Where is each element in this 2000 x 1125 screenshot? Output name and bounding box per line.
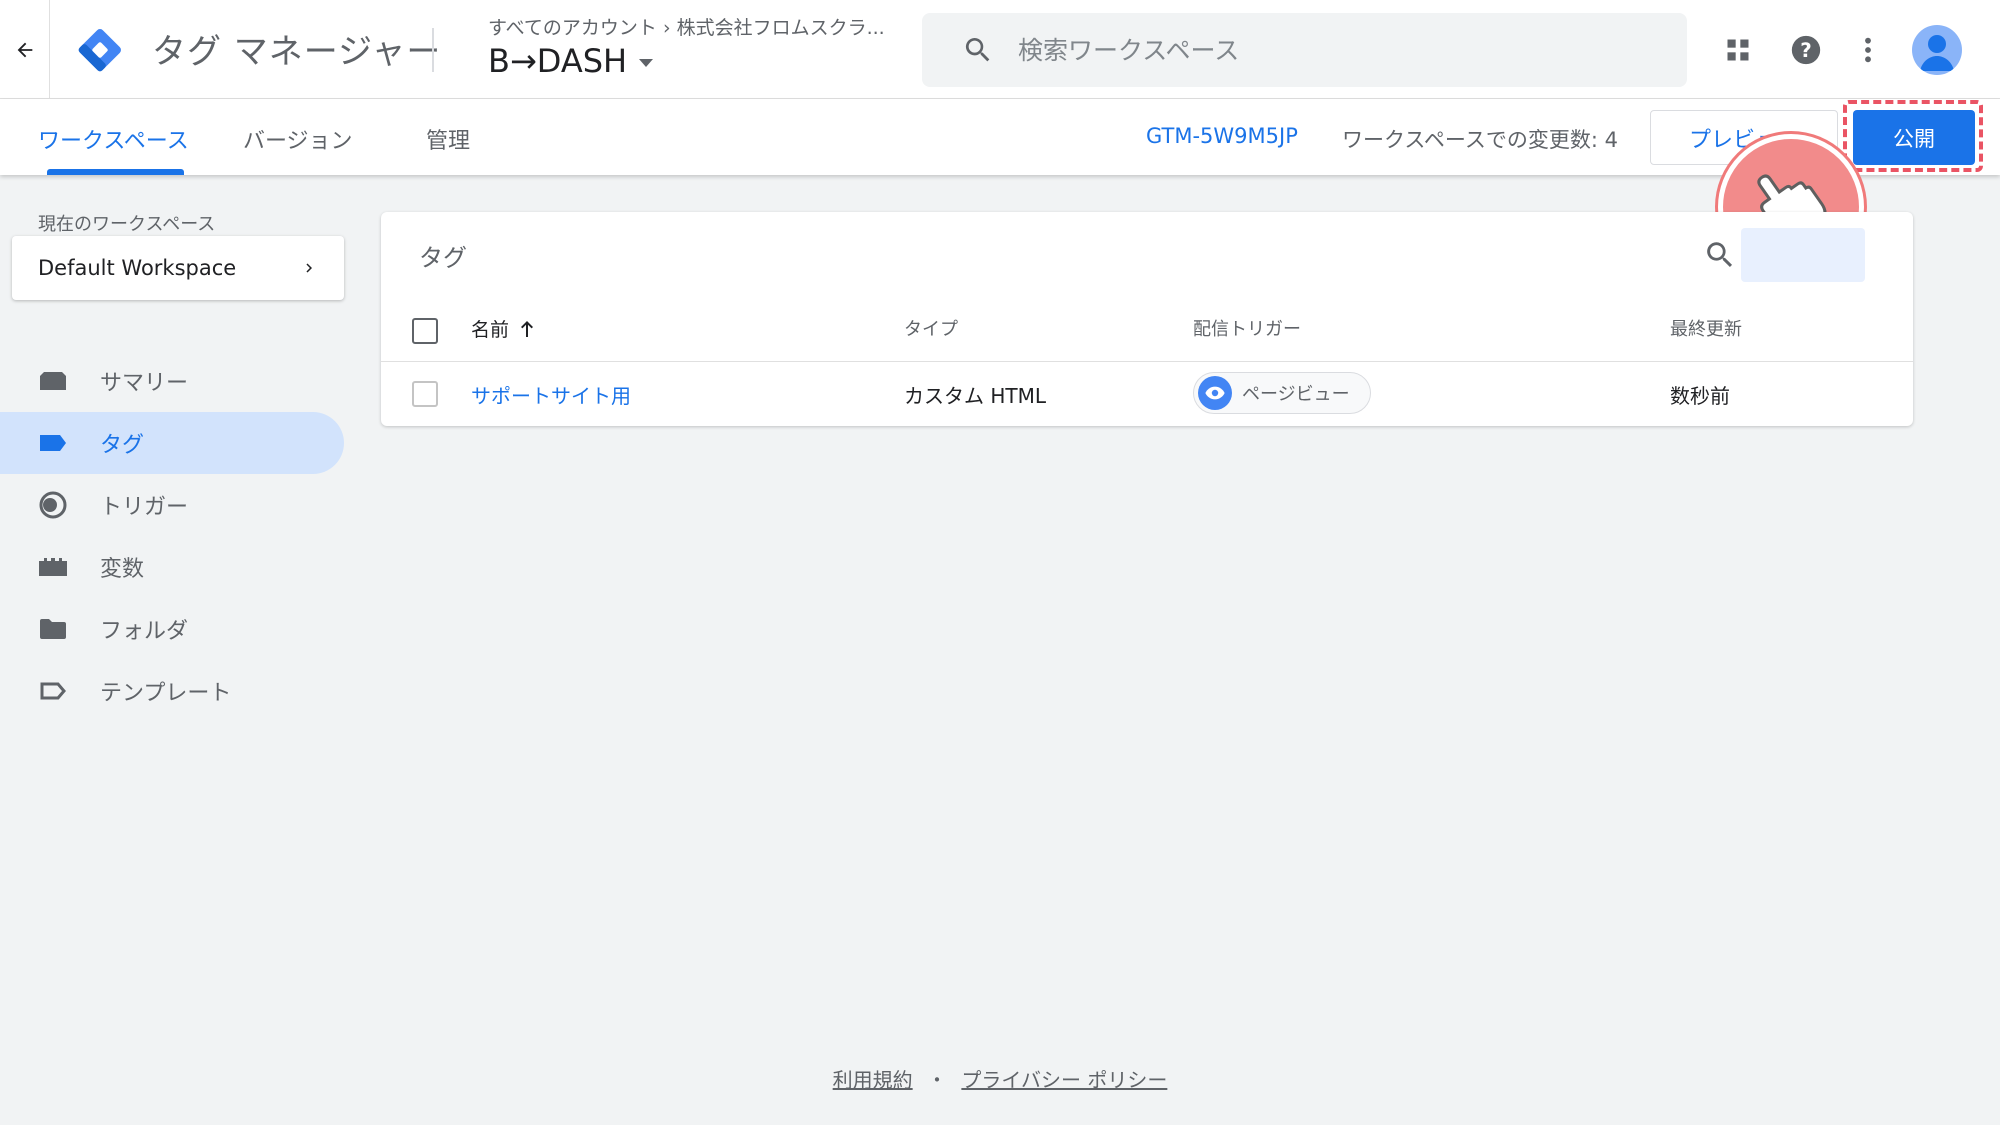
tag-icon xyxy=(38,428,68,458)
footer: 利用規約 ・ プライバシー ポリシー xyxy=(0,1064,2000,1093)
trigger-label: ページビュー xyxy=(1242,384,1350,405)
current-workspace-label: 現在のワークスペース xyxy=(38,214,216,235)
column-header-updated[interactable]: 最終更新 xyxy=(1670,315,1742,341)
trigger-icon xyxy=(38,490,68,520)
sidebar-item-label: サマリー xyxy=(100,371,189,396)
sidebar-item-triggers[interactable]: トリガー xyxy=(0,474,344,536)
row-checkbox[interactable] xyxy=(412,381,438,407)
sidebar-item-variables[interactable]: 変数 xyxy=(0,536,344,598)
workspace-search[interactable] xyxy=(922,13,1687,87)
active-tab-indicator xyxy=(47,169,184,175)
svg-text:?: ? xyxy=(1800,39,1812,62)
container-selector[interactable]: B→DASH xyxy=(488,42,654,80)
account-avatar[interactable] xyxy=(1912,25,1962,75)
eye-icon xyxy=(1198,376,1232,410)
workspace-toolbar: ワークスペース バージョン 管理 GTM-5W9M5JP ワークスペースでの変更… xyxy=(0,99,2000,175)
container-name: B→DASH xyxy=(488,42,628,80)
publish-button[interactable]: 公開 xyxy=(1853,110,1975,165)
workspace-changes-count: ワークスペースでの変更数: 4 xyxy=(1342,128,1618,152)
sidebar-item-label: 変数 xyxy=(100,557,145,582)
sidebar-item-summary[interactable]: サマリー xyxy=(0,350,344,412)
sort-ascending-icon xyxy=(521,320,534,337)
trigger-chip[interactable]: ページビュー xyxy=(1193,372,1371,414)
search-icon[interactable] xyxy=(1703,238,1737,272)
tags-table-card: タグ 名前 タイプ 配信トリガー 最終更新 サポートサイト用 カスタム HTML… xyxy=(381,212,1913,426)
top-bar: タグ マネージャー すべてのアカウント › 株式会社フロムスクラ... B→DA… xyxy=(0,0,2000,99)
new-tag-button[interactable] xyxy=(1741,228,1865,282)
gtm-logo-icon xyxy=(74,24,126,76)
sidebar-nav: サマリー タグ トリガー 変数 フォルダ テンプレート xyxy=(0,350,344,722)
tab-workspace[interactable]: ワークスペース xyxy=(38,123,189,155)
sidebar-item-folders[interactable]: フォルダ xyxy=(0,598,344,660)
template-icon xyxy=(38,676,68,706)
container-id-link[interactable]: GTM-5W9M5JP xyxy=(1146,124,1298,148)
back-arrow-icon[interactable] xyxy=(0,0,50,99)
help-icon[interactable]: ? xyxy=(1786,30,1826,70)
summary-icon xyxy=(38,366,68,396)
more-vert-icon[interactable] xyxy=(1848,30,1888,70)
folder-icon xyxy=(38,614,68,644)
variables-icon xyxy=(38,552,68,582)
workspace-switcher[interactable]: Default Workspace xyxy=(12,236,344,300)
sidebar-item-label: タグ xyxy=(100,433,145,458)
sidebar-item-label: テンプレート xyxy=(100,681,232,706)
search-input[interactable] xyxy=(1018,35,1618,65)
app-title: タグ マネージャー xyxy=(152,32,442,72)
sidebar-item-tags[interactable]: タグ xyxy=(0,412,344,474)
last-updated: 数秒前 xyxy=(1670,384,1730,408)
tag-type: カスタム HTML xyxy=(904,384,1047,408)
search-icon xyxy=(965,38,990,62)
privacy-link[interactable]: プライバシー ポリシー xyxy=(961,1068,1167,1092)
column-header-label: 名前 xyxy=(471,319,510,341)
row-divider xyxy=(381,361,1913,362)
sidebar-item-label: フォルダ xyxy=(100,619,189,644)
column-header-trigger[interactable]: 配信トリガー xyxy=(1193,315,1301,341)
column-header-type[interactable]: タイプ xyxy=(904,315,958,341)
tab-admin[interactable]: 管理 xyxy=(426,123,470,155)
sidebar-item-label: トリガー xyxy=(100,495,189,520)
title-divider xyxy=(432,28,434,72)
apps-grid-icon[interactable] xyxy=(1718,30,1758,70)
select-all-checkbox[interactable] xyxy=(412,318,438,344)
workspace-name: Default Workspace xyxy=(38,256,237,280)
tab-versions[interactable]: バージョン xyxy=(243,123,353,155)
breadcrumb[interactable]: すべてのアカウント › 株式会社フロムスクラ... xyxy=(488,13,885,40)
tag-name-link[interactable]: サポートサイト用 xyxy=(471,380,631,409)
column-header-name[interactable]: 名前 xyxy=(471,315,535,342)
terms-link[interactable]: 利用規約 xyxy=(833,1068,913,1092)
chevron-right-icon xyxy=(306,263,312,273)
card-title: タグ xyxy=(419,244,467,272)
footer-separator: ・ xyxy=(927,1068,948,1092)
caret-down-icon xyxy=(639,59,654,67)
sidebar-item-templates[interactable]: テンプレート xyxy=(0,660,344,722)
